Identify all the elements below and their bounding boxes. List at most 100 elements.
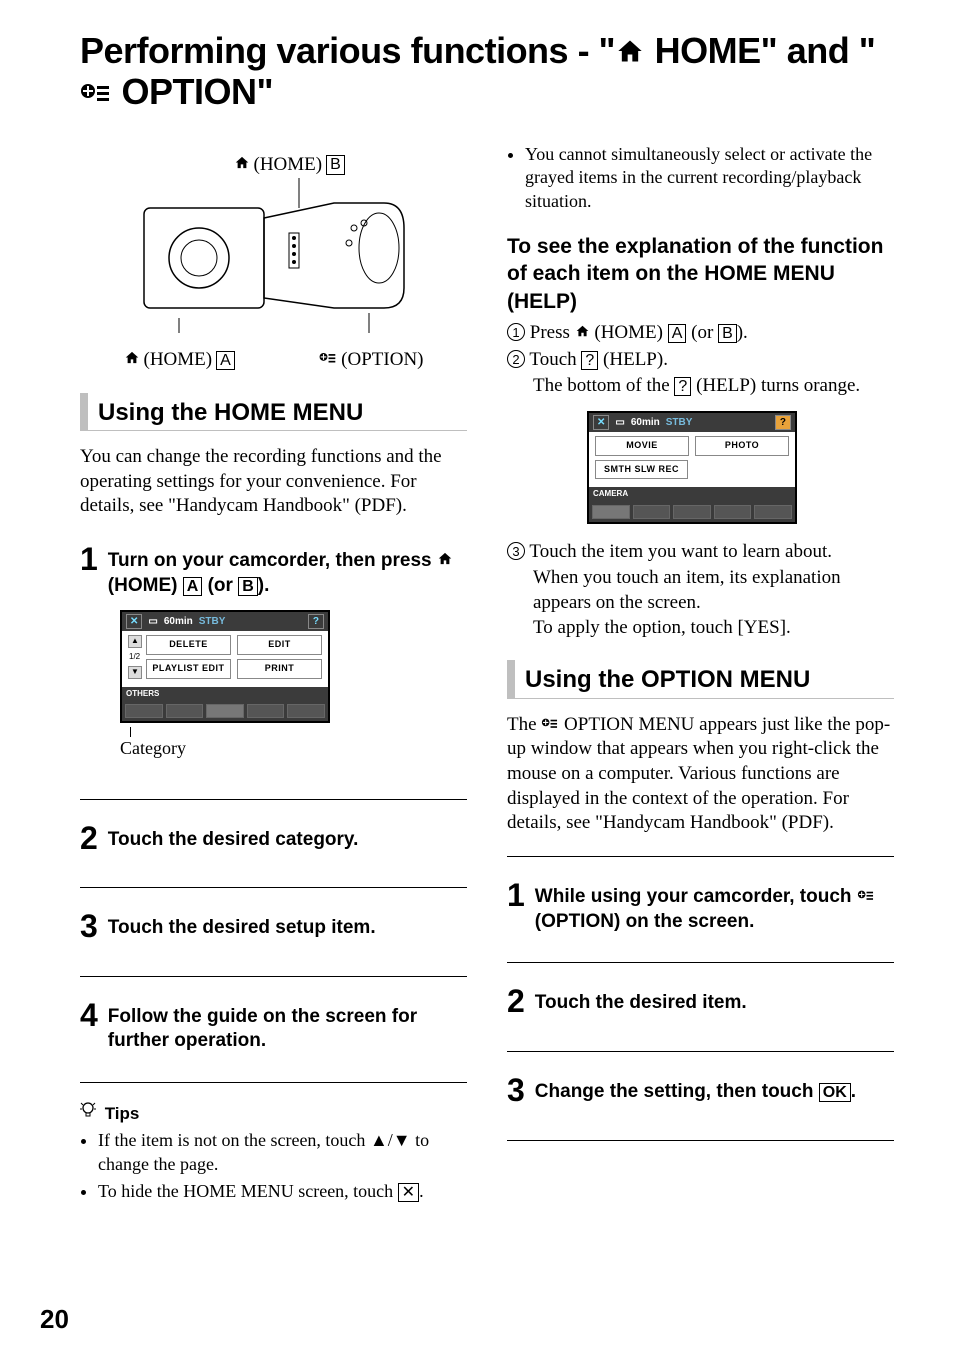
box-b: B xyxy=(718,324,737,343)
title-text-a: Performing various functions - " xyxy=(80,30,615,71)
home-icon xyxy=(575,322,590,343)
help-step-1: 1 Press (HOME) A (or B). xyxy=(507,321,894,346)
close-icon[interactable]: ✕ xyxy=(593,415,609,430)
help-icon[interactable]: ? xyxy=(308,614,324,629)
tip-item: If the item is not on the screen, touch … xyxy=(98,1129,467,1176)
option-step-1: 1 While using your camcorder, touch (OPT… xyxy=(507,856,894,963)
option-step2-text: Touch the desired item. xyxy=(535,981,882,1016)
box-b: B xyxy=(238,577,258,596)
help-step-3-detail: When you touch an item, its explanation … xyxy=(533,566,894,615)
home-icon xyxy=(615,30,645,71)
category-tab[interactable] xyxy=(633,505,671,519)
camcorder-diagram: (HOME) B (HOME) A (OPTION) xyxy=(124,153,424,373)
option-intro: The OPTION MENU appears just like the po… xyxy=(507,713,894,836)
circled-3: 3 xyxy=(507,542,525,560)
edit-button[interactable]: EDIT xyxy=(237,635,322,655)
home-step-3: 3 Touch the desired setup item. xyxy=(80,906,467,977)
option-step-3: 3 Change the setting, then touch OK. xyxy=(507,1070,894,1141)
option-step3-text: Change the setting, then touch OK. xyxy=(535,1070,882,1105)
category-tab[interactable] xyxy=(247,704,285,718)
option-step1-text: While using your camcorder, touch (OPTIO… xyxy=(535,875,882,934)
camcorder-illustration xyxy=(124,178,424,358)
box-a: A xyxy=(668,324,687,343)
category-label: OTHERS xyxy=(122,687,328,701)
battery-icon: ▭ xyxy=(615,416,624,429)
playlist-edit-button[interactable]: PLAYLIST EDIT xyxy=(146,659,231,679)
home-icon xyxy=(234,153,250,178)
step-number-2: 2 xyxy=(507,981,525,1023)
step4-text: Follow the guide on the screen for furth… xyxy=(108,995,455,1054)
section-home-menu: Using the HOME MENU xyxy=(80,393,467,431)
right-column: You cannot simultaneously select or acti… xyxy=(507,143,894,1208)
option-icon xyxy=(80,71,112,112)
diagram-label-home-b: (HOME) B xyxy=(234,153,345,178)
movie-button[interactable]: MOVIE xyxy=(595,436,689,456)
step3-text: Touch the desired setup item. xyxy=(108,906,455,941)
box-b: B xyxy=(326,155,345,175)
diagram-label-home-a: (HOME) A xyxy=(124,348,235,373)
delete-button[interactable]: DELETE xyxy=(146,635,231,655)
note-list: You cannot simultaneously select or acti… xyxy=(507,143,894,213)
page-title: Performing various functions - " HOME" a… xyxy=(80,30,894,113)
home-step-2: 2 Touch the desired category. xyxy=(80,818,467,889)
tips-heading: Tips xyxy=(80,1101,467,1125)
lightbulb-icon xyxy=(80,1101,96,1125)
step-number-1: 1 xyxy=(507,875,525,917)
title-text-home: HOME" and " xyxy=(645,30,875,71)
photo-button[interactable]: PHOTO xyxy=(695,436,789,456)
box-x-icon: ✕ xyxy=(398,1183,419,1202)
time-remaining: 60min xyxy=(164,615,193,628)
help-step-2-detail: The bottom of the ? (HELP) turns orange. xyxy=(533,374,894,399)
step-number-3: 3 xyxy=(80,906,98,948)
home-step-4: 4 Follow the guide on the screen for fur… xyxy=(80,995,467,1083)
print-button[interactable]: PRINT xyxy=(237,659,322,679)
down-arrow[interactable]: ▼ xyxy=(128,666,142,678)
box-ok: OK xyxy=(819,1083,851,1102)
category-tab[interactable] xyxy=(206,704,244,718)
diagram-label-option: (OPTION) xyxy=(319,348,423,373)
step1-text: Turn on your camcorder, then press (HOME… xyxy=(108,539,455,598)
home-intro: You can change the recording functions a… xyxy=(80,445,467,519)
step-number-3: 3 xyxy=(507,1070,525,1112)
circled-2: 2 xyxy=(507,350,525,368)
step-number-4: 4 xyxy=(80,995,98,1037)
home-icon xyxy=(124,348,140,373)
updown-arrows: ▲/▼ xyxy=(370,1130,411,1150)
category-tab[interactable] xyxy=(714,505,752,519)
tip-item: To hide the HOME MENU screen, touch ✕. xyxy=(98,1180,467,1203)
screenshot-camera-menu: ✕ ▭ 60min STBY ? MOVIE PHOTO SMTH SLW RE… xyxy=(587,411,797,524)
category-tab[interactable] xyxy=(125,704,163,718)
help-subheading: To see the explanation of the function o… xyxy=(507,233,894,315)
smth-slw-rec-button[interactable]: SMTH SLW REC xyxy=(595,460,688,480)
tips-list: If the item is not on the screen, touch … xyxy=(80,1129,467,1203)
stby-label: STBY xyxy=(666,416,693,429)
category-tab[interactable] xyxy=(287,704,325,718)
box-a: A xyxy=(216,351,235,371)
battery-icon: ▭ xyxy=(148,615,157,628)
screenshot-caption: Category xyxy=(120,737,467,760)
section-option-menu: Using the OPTION MENU xyxy=(507,660,894,698)
home-icon xyxy=(437,550,453,571)
category-tab[interactable] xyxy=(166,704,204,718)
category-label: CAMERA xyxy=(589,487,795,501)
close-icon[interactable]: ✕ xyxy=(126,614,142,629)
box-question-icon: ? xyxy=(581,351,598,370)
help-icon-active[interactable]: ? xyxy=(775,415,791,430)
page-indicator: 1/2 xyxy=(128,651,142,663)
category-tab[interactable] xyxy=(673,505,711,519)
note-item: You cannot simultaneously select or acti… xyxy=(525,143,894,213)
category-tab[interactable] xyxy=(754,505,792,519)
screenshot-others-menu: ✕ ▭ 60min STBY ? ▲ 1/2 ▼ DELETE EDIT xyxy=(120,610,330,723)
title-text-option: OPTION" xyxy=(112,71,273,112)
help-step-3: 3 Touch the item you want to learn about… xyxy=(507,540,894,565)
stby-label: STBY xyxy=(199,615,226,628)
category-tab[interactable] xyxy=(592,505,630,519)
page-number: 20 xyxy=(40,1303,69,1337)
up-arrow[interactable]: ▲ xyxy=(128,635,142,647)
step2-text: Touch the desired category. xyxy=(108,818,455,853)
step-number-2: 2 xyxy=(80,818,98,860)
help-step-2: 2 Touch ? (HELP). xyxy=(507,348,894,373)
home-step-1: 1 Turn on your camcorder, then press (HO… xyxy=(80,539,467,800)
step-number-1: 1 xyxy=(80,539,98,581)
option-icon xyxy=(319,348,337,373)
